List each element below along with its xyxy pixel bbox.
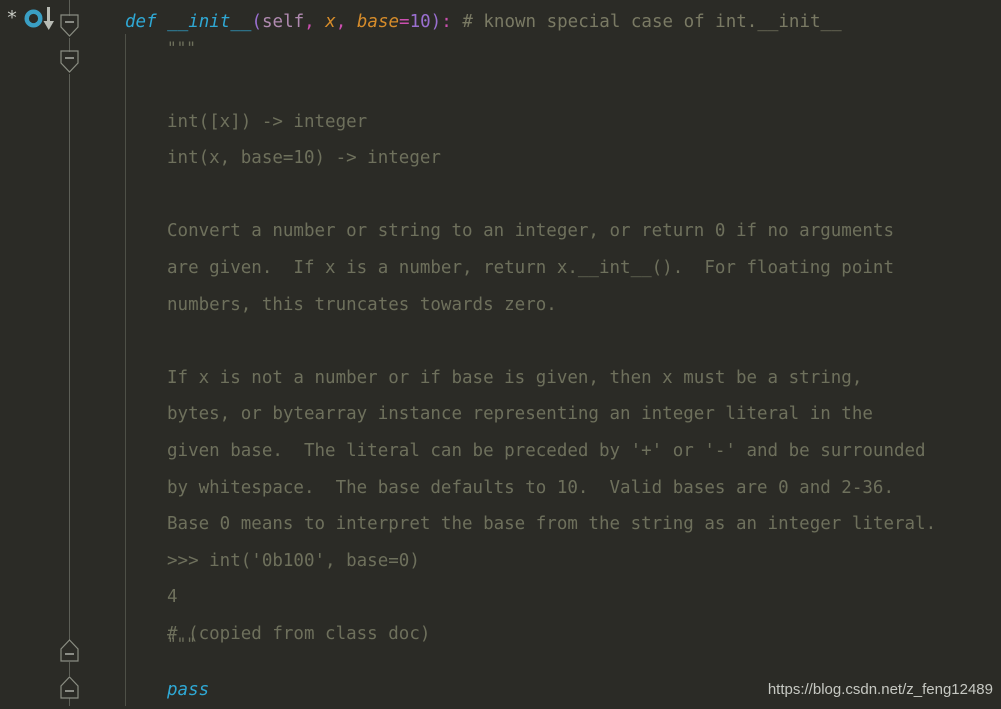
code-line-docstring-6[interactable]: numbers, this truncates towards zero. (167, 287, 557, 324)
token-equals: = (399, 12, 410, 32)
implementing-method-arrow-icon[interactable] (41, 6, 57, 32)
code-line-docstring-10[interactable]: given base. The literal can be preceded … (167, 433, 926, 470)
code-line-docstring-11[interactable]: by whitespace. The base defaults to 10. … (167, 470, 894, 507)
token-close-paren: ) (430, 12, 442, 32)
code-line-docstring-1[interactable]: int([x]) -> integer (167, 104, 367, 141)
fold-marker-end-method[interactable] (59, 675, 80, 699)
fold-marker-collapse-docstring[interactable] (59, 50, 80, 74)
code-line-docstring-4[interactable]: Convert a number or string to an integer… (167, 213, 894, 250)
token-default-value: 10 (409, 12, 431, 32)
code-line-docstring-14[interactable]: 4 (167, 579, 178, 616)
token-keyword-def: def (125, 12, 157, 32)
code-line-docstring-15[interactable]: # (copied from class doc) (167, 616, 430, 653)
code-line-signature[interactable]: def __init__(self, x, base=10): # known … (125, 4, 842, 41)
editor-gutter[interactable] (20, 0, 125, 706)
code-line-docstring-9[interactable]: bytes, or bytearray instance representin… (167, 396, 873, 433)
token-param-x: x (325, 12, 336, 32)
token-comma: , (304, 12, 315, 32)
code-line-pass[interactable]: pass (167, 672, 209, 709)
editor-marker-strip: * (0, 0, 20, 706)
fold-marker-end-docstring[interactable] (59, 638, 80, 662)
code-line-docstring-12[interactable]: Base 0 means to interpret the base from … (167, 506, 936, 543)
token-param-base: base (356, 12, 400, 32)
indent-guide-line (125, 34, 126, 706)
code-line-docstring-close[interactable]: """ (167, 626, 196, 663)
token-open-paren: ( (251, 12, 262, 32)
fold-rail-segment (69, 74, 70, 640)
fold-rail-segment (69, 662, 70, 676)
token-param-self: self (262, 12, 305, 32)
token-comma: , (335, 12, 347, 32)
fold-marker-collapse-method[interactable] (59, 14, 80, 38)
token-function-name: __init__ (167, 12, 252, 32)
code-line-docstring-2[interactable]: int(x, base=10) -> integer (167, 140, 441, 177)
code-line-docstring-8[interactable]: If x is not a number or if base is given… (167, 360, 862, 397)
code-line-docstring-5[interactable]: are given. If x is a number, return x.__… (167, 250, 894, 287)
token-colon: : (441, 12, 452, 32)
code-line-docstring-13[interactable]: >>> int('0b100', base=0) (167, 543, 420, 580)
fold-rail-segment (69, 698, 70, 706)
modified-asterisk-icon: * (7, 7, 17, 29)
code-text-area[interactable]: def __init__(self, x, base=10): # known … (125, 0, 1001, 706)
code-line-docstring-open[interactable]: """ (167, 30, 196, 67)
code-editor[interactable]: * def __init__(self, x, base=10): # know… (0, 0, 1001, 706)
token-trailing-comment: # known special case of int.__init__ (462, 12, 842, 32)
watermark-url: https://blog.csdn.net/z_feng12489 (767, 681, 993, 698)
